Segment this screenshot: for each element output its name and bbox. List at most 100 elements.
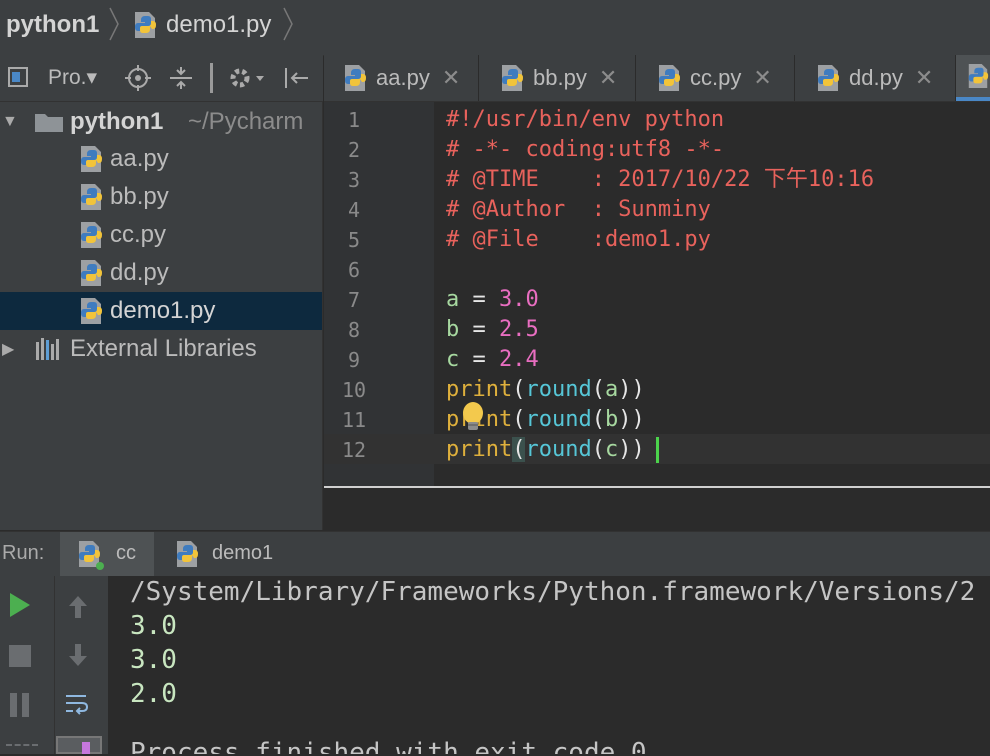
output-line: 3.0 (130, 645, 177, 675)
text-cursor (656, 437, 659, 463)
close-icon[interactable]: ✕ (442, 65, 460, 91)
chevron-right-icon (283, 7, 293, 41)
library-icon (36, 338, 59, 360)
tree-file-label: cc.py (110, 221, 167, 248)
line-number: 10 (341, 378, 367, 402)
tab-label: dd.py (849, 65, 903, 90)
tree-file-dd[interactable]: dd.py (0, 254, 322, 292)
run-label: Run: (2, 542, 45, 564)
code-line-author: # @Author : Sunminy (446, 197, 711, 222)
line-number: 11 (341, 408, 367, 432)
tree-file-bb[interactable]: bb.py (0, 178, 322, 216)
root-path: ~/Pycharm (188, 108, 304, 135)
output-line: 2.0 (130, 679, 177, 709)
tree-file-label: bb.py (110, 183, 169, 210)
code-line-shebang: #!/usr/bin/env python (446, 107, 725, 132)
output-footer: Process finished with exit code 0 (130, 738, 647, 754)
close-icon[interactable]: ✕ (915, 65, 933, 91)
run-panel-header: Run: cc demo1 (0, 531, 990, 577)
chevron-right-icon (109, 7, 119, 41)
editor-tab-bar: aa.py ✕ bb.py ✕ cc.py ✕ dd.py ✕ (324, 55, 990, 102)
output-line-command: /System/Library/Frameworks/Python.framew… (130, 577, 976, 607)
python-file-icon (815, 64, 841, 92)
gear-icon[interactable] (228, 65, 266, 91)
line-number: 5 (347, 228, 361, 252)
tab-aa[interactable]: aa.py ✕ (324, 55, 479, 101)
line-number: 1 (347, 108, 361, 132)
breadcrumb-file[interactable]: demo1.py (132, 0, 271, 50)
tab-bb[interactable]: bb.py ✕ (479, 55, 636, 101)
python-file-icon (132, 11, 158, 39)
print-icon[interactable] (56, 736, 102, 754)
breadcrumb-project[interactable]: python1 (6, 0, 99, 50)
tree-file-demo1[interactable]: demo1.py (0, 292, 322, 330)
run-tab-label: cc (116, 542, 136, 564)
tab-cc[interactable]: cc.py ✕ (636, 55, 795, 101)
line-number: 7 (347, 288, 361, 312)
code-line-assign-b: b = 2.5 (446, 317, 539, 342)
code-line-file: # @File :demo1.py (446, 227, 711, 252)
close-icon[interactable]: ✕ (599, 65, 617, 91)
project-view-dropdown[interactable]: Pro.▾ (48, 65, 97, 90)
toolbar-separator (210, 63, 213, 93)
locate-icon[interactable] (125, 65, 151, 91)
python-run-icon (174, 540, 200, 568)
breadcrumb-file-label: demo1.py (166, 11, 272, 38)
pause-icon[interactable] (8, 692, 32, 718)
expand-arrow-icon[interactable]: ▼ (2, 113, 18, 131)
line-number: 8 (347, 318, 361, 342)
code-line-assign-c: c = 2.4 (446, 347, 539, 372)
python-file-icon (656, 64, 682, 92)
root-name: python1 (70, 108, 164, 135)
editor-empty-area (324, 488, 990, 530)
output-line: 3.0 (130, 611, 177, 641)
tree-file-label: aa.py (110, 145, 169, 172)
line-number: 9 (347, 348, 361, 372)
tab-dd[interactable]: dd.py ✕ (795, 55, 956, 101)
hide-panel-icon[interactable] (282, 65, 312, 91)
stop-icon[interactable] (8, 644, 32, 668)
collapse-all-icon[interactable] (168, 65, 194, 91)
line-number: 2 (347, 138, 361, 162)
python-file-icon (78, 297, 104, 325)
folder-icon (35, 114, 63, 132)
expand-arrow-icon[interactable]: ▶ (2, 339, 14, 359)
tree-external-libraries[interactable]: ▶ External Libraries (0, 330, 322, 368)
run-toolbar (0, 576, 108, 754)
tree-root-python1[interactable]: ▼ python1 ~/Pycharm (0, 103, 322, 141)
arrow-down-icon[interactable] (66, 642, 90, 668)
python-file-icon (78, 221, 104, 249)
close-icon[interactable]: ✕ (753, 65, 771, 91)
python-file-icon (78, 183, 104, 211)
python-file-icon (966, 62, 990, 90)
tab-label: bb.py (533, 65, 587, 90)
run-tab-demo1[interactable]: demo1 (160, 532, 300, 576)
tree-file-aa[interactable]: aa.py (0, 140, 322, 178)
line-number: 3 (347, 168, 361, 192)
line-number: 12 (341, 438, 367, 462)
line-number: 6 (347, 258, 361, 282)
tab-label: cc.py (690, 65, 742, 90)
arrow-up-icon[interactable] (66, 594, 90, 620)
tree-file-label: dd.py (110, 259, 169, 286)
soft-wrap-icon[interactable] (64, 690, 92, 718)
tree-file-cc[interactable]: cc.py (0, 216, 322, 254)
project-tree: ▼ python1 ~/Pycharm aa.py bb.py cc.py dd… (0, 102, 323, 530)
project-view-icon (8, 67, 28, 87)
scroll-end-icon[interactable] (6, 744, 38, 756)
tab-demo1-active[interactable] (956, 55, 990, 101)
rerun-icon[interactable] (8, 592, 32, 618)
code-line-time: # @TIME : 2017/10/22 下午10:16 (446, 167, 875, 192)
python-file-icon (78, 145, 104, 173)
project-toolbar: Pro.▾ (0, 55, 323, 102)
python-file-icon (499, 64, 525, 92)
code-line-assign-a: a = 3.0 (446, 287, 539, 312)
python-file-icon (78, 259, 104, 287)
lightbulb-icon[interactable] (461, 401, 485, 433)
run-tab-cc[interactable]: cc (60, 532, 154, 576)
tree-file-label: demo1.py (110, 297, 216, 324)
run-tab-label: demo1 (212, 542, 274, 564)
running-indicator (96, 562, 104, 570)
code-line-print-c: print(round(c)) (446, 437, 645, 462)
navigation-bar: python1 demo1.py (0, 0, 990, 56)
